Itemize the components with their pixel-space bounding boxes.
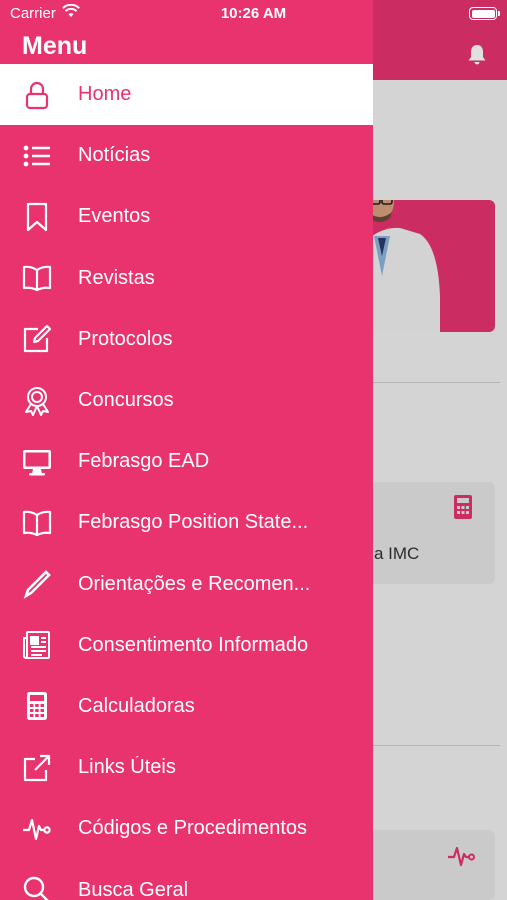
menu-item-consentimento[interactable]: Consentimento Informado bbox=[0, 615, 373, 676]
menu-item-orientacoes[interactable]: Orientações e Recomen... bbox=[0, 554, 373, 615]
menu-item-codigos[interactable]: Códigos e Procedimentos bbox=[0, 798, 373, 859]
menu-list: Home Notícias Eventos Revistas Protocolo bbox=[0, 64, 373, 900]
menu-item-febrasgo-ead[interactable]: Febrasgo EAD bbox=[0, 431, 373, 492]
menu-item-label: Calculadoras bbox=[78, 694, 195, 717]
menu-item-protocolos[interactable]: Protocolos bbox=[0, 309, 373, 370]
menu-item-label: Concursos bbox=[78, 389, 174, 412]
menu-item-label: Revistas bbox=[78, 266, 155, 289]
menu-item-label: Protocolos bbox=[78, 327, 173, 350]
search-icon bbox=[0, 875, 78, 900]
menu-item-label: Códigos e Procedimentos bbox=[78, 817, 308, 840]
lock-icon bbox=[0, 80, 78, 110]
menu-item-label: Links Úteis bbox=[78, 756, 176, 779]
menu-item-label: Orientações e Recomen... bbox=[78, 572, 311, 595]
menu-item-links-uteis[interactable]: Links Úteis bbox=[0, 737, 373, 798]
battery-icon bbox=[469, 7, 500, 20]
menu-title: Menu bbox=[22, 32, 88, 60]
menu-item-label: Febrasgo Position State... bbox=[78, 511, 309, 534]
menu-item-noticias[interactable]: Notícias bbox=[0, 125, 373, 186]
navigation-drawer: Menu Home Notícias Eventos Revistas Prot… bbox=[0, 0, 373, 900]
menu-item-position-statements[interactable]: Febrasgo Position State... bbox=[0, 492, 373, 553]
pencil-icon bbox=[0, 569, 78, 600]
book-icon bbox=[0, 263, 78, 293]
clock: 10:26 AM bbox=[220, 5, 287, 22]
monitor-icon bbox=[0, 447, 78, 477]
list-icon bbox=[0, 141, 78, 171]
pulse-icon bbox=[0, 814, 78, 844]
menu-item-concursos[interactable]: Concursos bbox=[0, 370, 373, 431]
menu-item-busca-geral[interactable]: Busca Geral bbox=[0, 859, 373, 900]
menu-item-eventos[interactable]: Eventos bbox=[0, 186, 373, 247]
menu-item-label: Busca Geral bbox=[78, 878, 189, 900]
menu-item-calculadoras[interactable]: Calculadoras bbox=[0, 676, 373, 737]
award-icon bbox=[0, 386, 78, 416]
external-link-icon bbox=[0, 753, 78, 783]
edit-icon bbox=[0, 324, 78, 354]
newspaper-icon bbox=[0, 630, 78, 660]
menu-item-label: Febrasgo EAD bbox=[78, 450, 210, 473]
menu-item-revistas[interactable]: Revistas bbox=[0, 248, 373, 309]
status-bar: Carrier 10:26 AM bbox=[0, 0, 507, 30]
calculator-icon bbox=[0, 691, 78, 721]
book-open-icon bbox=[0, 508, 78, 538]
menu-item-label: Eventos bbox=[78, 205, 151, 228]
bookmark-icon bbox=[0, 202, 78, 232]
menu-item-home[interactable]: Home bbox=[0, 64, 373, 126]
menu-item-label: Home bbox=[78, 83, 132, 106]
menu-item-label: Consentimento Informado bbox=[78, 633, 309, 656]
menu-item-label: Notícias bbox=[78, 144, 151, 167]
